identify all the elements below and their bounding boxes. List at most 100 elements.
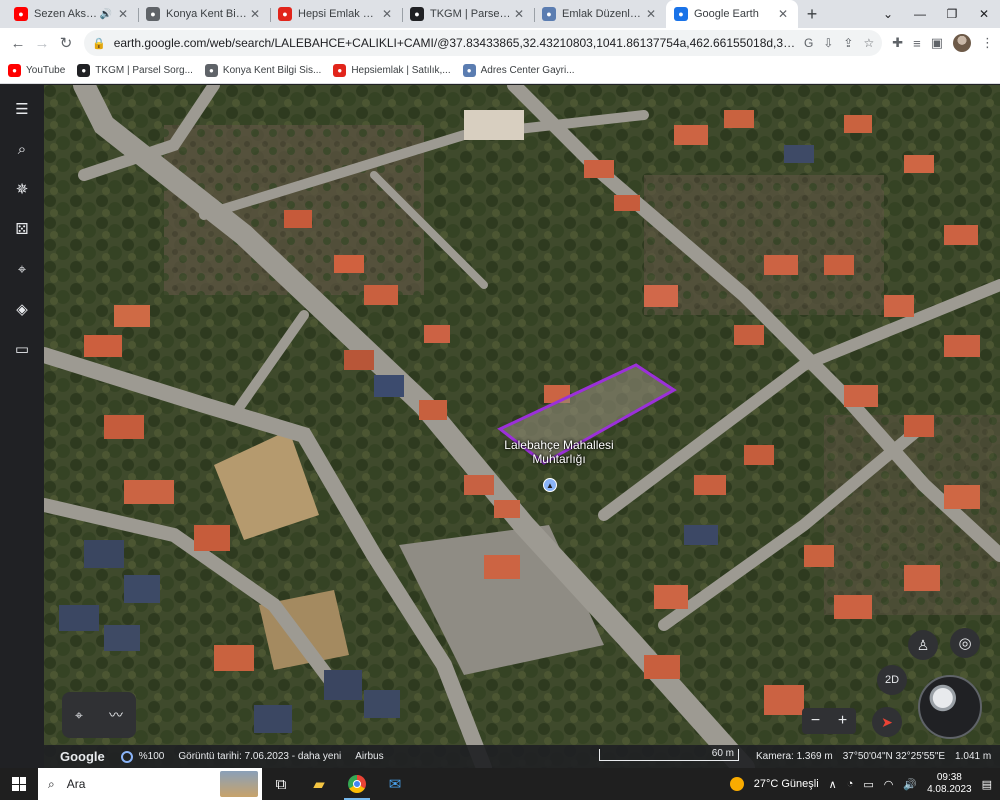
restore-icon[interactable]: ❐ (936, 0, 968, 28)
reading-list-icon[interactable]: ≡ (913, 36, 921, 51)
adres-center-icon: ● (462, 64, 476, 77)
side-panel-icon[interactable]: ▣ (931, 35, 943, 51)
my-location-icon[interactable]: ◎ (950, 628, 980, 658)
taskbar-search[interactable]: ⌕ Ara (38, 768, 262, 800)
clock-time: 09:38 (936, 772, 962, 783)
add-placemark-icon[interactable]: ⌖ (75, 707, 83, 724)
file-explorer-icon[interactable]: ▰ (300, 768, 338, 800)
tab-title: TKGM | Parsel Sorg (430, 8, 512, 20)
weather-text[interactable]: 27°C Güneşli (754, 778, 819, 790)
bookmarks-bar: ● YouTube ● TKGM | Parsel Sorg... ● Konya Ken… (0, 58, 1000, 84)
tab[interactable]: ● Emlak Düzenle ‹ Ad✕ (534, 0, 666, 28)
tab-title: Sezen Aksu - S (34, 8, 100, 20)
minimize-icon[interactable]: — (904, 0, 936, 28)
bookmark-item[interactable]: ● TKGM | Parsel Sorg... (77, 64, 193, 77)
imagery-provider: Airbus (355, 751, 384, 762)
tab-strip: ●Sezen Aksu - S🔊✕●Konya Kent Bilgi Sis✕●… (0, 0, 1000, 28)
tab[interactable]: ● Google Earth ✕ (666, 0, 798, 28)
camera-altitude: Kamera: 1.369 m (756, 751, 833, 762)
tab-search-icon[interactable]: ⌄ (872, 0, 904, 28)
forward-icon[interactable]: → (30, 31, 54, 55)
bookmark-item[interactable]: ● YouTube (8, 64, 65, 77)
bookmark-item[interactable]: ● Konya Kent Bilgi Sis... (204, 64, 322, 77)
scale-bar[interactable]: 60 m (599, 749, 739, 761)
new-tab-button[interactable]: + (798, 0, 826, 28)
compass-icon[interactable]: ➤ (872, 707, 902, 737)
volume-icon[interactable]: 🔊 (903, 778, 917, 791)
tab[interactable]: ● Hepsi Emlak Bana Ö✕ (270, 0, 402, 28)
drawing-tools: ⌖ 〰 (62, 692, 136, 738)
google-earth-viewport: ☰ ⌕ ✵ ⚄ ⌖ ◈ ▭ Lalebahçe Mahallesi Muhtar… (0, 85, 1000, 768)
clock[interactable]: 09:38 4.08.2023 (927, 772, 972, 796)
government-building-icon[interactable]: ▲ (543, 478, 557, 492)
windows-taskbar: ⌕ Ara ⧉ ▰ ✉ 27°C Güneşli ∧ ◔ ▭ ◠ 🔊 09:38… (0, 768, 1000, 800)
konya-icon: ● (204, 64, 218, 77)
tab[interactable]: ● Sezen Aksu - S🔊 ✕ (6, 0, 138, 28)
voyager-icon[interactable]: ✵ (12, 179, 32, 199)
zoom-controls: − + (802, 708, 856, 734)
tab-title: Hepsi Emlak Bana Ö (298, 8, 380, 20)
google-earth-icon: ● (674, 7, 688, 21)
tab[interactable]: ● Konya Kent Bilgi Sis✕ (138, 0, 270, 28)
start-button[interactable] (0, 768, 38, 800)
map-pin-icon: ● (77, 64, 91, 77)
network-icon[interactable]: ◔ (847, 778, 854, 790)
satellite-map[interactable] (44, 85, 1000, 768)
earth-sidebar: ☰ ⌕ ✵ ⚄ ⌖ ◈ ▭ (0, 85, 44, 768)
bookmark-star-icon[interactable]: ☆ (863, 36, 874, 50)
chrome-taskbar-icon[interactable] (338, 768, 376, 800)
map-style-icon[interactable]: ◈ (12, 299, 32, 319)
menu-icon[interactable]: ⋮ (981, 35, 994, 51)
bookmark-item[interactable]: ● Hepsiemlak | Satılık,... (333, 64, 451, 77)
globe-minimap[interactable] (918, 675, 982, 739)
profile-avatar[interactable] (953, 34, 971, 52)
youtube-icon: ● (8, 64, 21, 77)
notifications-icon[interactable]: ▤ (982, 778, 992, 791)
google-lens-icon[interactable]: G (804, 36, 813, 50)
projects-icon[interactable]: ⌖ (12, 259, 32, 279)
close-tab-icon[interactable]: ✕ (512, 7, 526, 21)
zoom-out-icon[interactable]: − (811, 712, 820, 730)
weather-sun-icon[interactable] (729, 777, 744, 791)
hamburger-menu-icon[interactable]: ☰ (12, 99, 32, 119)
close-tab-icon[interactable]: ✕ (776, 7, 790, 21)
close-tab-icon[interactable]: ✕ (248, 7, 262, 21)
close-tab-icon[interactable]: ✕ (380, 7, 394, 21)
tab[interactable]: ● TKGM | Parsel Sorg✕ (402, 0, 534, 28)
lock-icon[interactable]: 🔒 (92, 37, 106, 50)
place-label[interactable]: Lalebahçe Mahallesi Muhtarlığı (500, 438, 618, 466)
window-controls: ⌄ — ❐ ✕ (872, 0, 1000, 28)
browser-toolbar: ← → ↻ 🔒 earth.google.com/web/search/LALE… (0, 28, 1000, 58)
measure-icon[interactable]: ▭ (12, 339, 32, 359)
close-window-icon[interactable]: ✕ (968, 0, 1000, 28)
imagery-date[interactable]: Görüntü tarihi: 7.06.2023 - daha yeni (178, 751, 341, 762)
close-tab-icon[interactable]: ✕ (644, 7, 658, 21)
wifi-icon[interactable]: ◠ (884, 778, 894, 791)
feeling-lucky-icon[interactable]: ⚄ (12, 219, 32, 239)
elevation: 1.041 m (955, 751, 992, 762)
mail-icon[interactable]: ✉ (376, 768, 414, 800)
close-tab-icon[interactable]: ✕ (116, 7, 130, 21)
bookmark-item[interactable]: ● Adres Center Gayri... (462, 64, 575, 77)
toggle-2d-button[interactable]: 2D (877, 665, 907, 695)
search-highlight-image (220, 771, 258, 797)
share-icon[interactable]: ⇪ (843, 36, 853, 50)
back-icon[interactable]: ← (6, 31, 30, 55)
draw-path-icon[interactable]: 〰 (109, 705, 123, 725)
tray-overflow-icon[interactable]: ∧ (829, 778, 837, 791)
address-bar[interactable]: 🔒 earth.google.com/web/search/LALEBAHCE+… (84, 30, 883, 56)
pegman-icon[interactable]: ♙ (908, 630, 938, 660)
address-url[interactable]: earth.google.com/web/search/LALEBAHCE+CA… (114, 36, 796, 50)
bookmark-label: YouTube (26, 65, 66, 76)
tab-title: Konya Kent Bilgi Sis (166, 8, 248, 20)
task-view-icon[interactable]: ⧉ (262, 768, 300, 800)
reload-icon[interactable]: ↻ (54, 31, 78, 55)
install-app-icon[interactable]: ⇩ (823, 36, 833, 50)
battery-icon[interactable]: ▭ (863, 778, 873, 791)
loading-ring-icon (120, 750, 133, 763)
search-icon[interactable]: ⌕ (12, 139, 32, 159)
zoom-in-icon[interactable]: + (838, 712, 847, 730)
audio-playing-icon[interactable]: 🔊 (100, 9, 112, 20)
extensions-icon[interactable]: ✚ (892, 35, 903, 51)
bookmark-label: Konya Kent Bilgi Sis... (222, 65, 322, 76)
